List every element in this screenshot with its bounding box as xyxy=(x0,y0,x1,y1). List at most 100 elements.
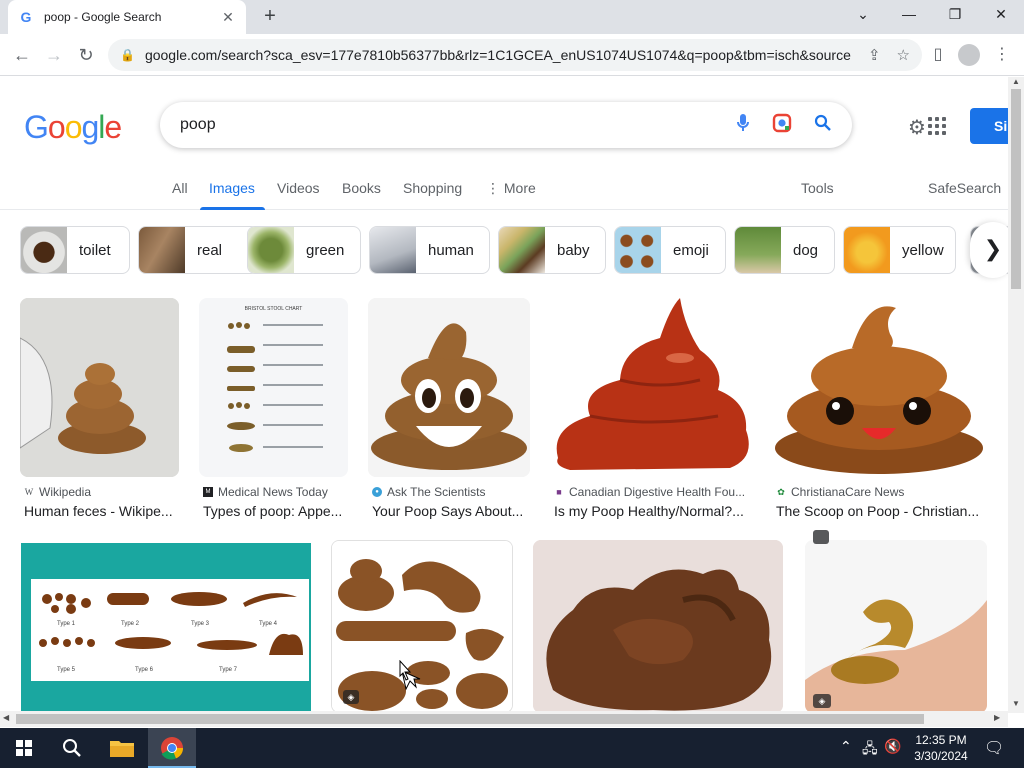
tab-all[interactable]: All xyxy=(172,180,188,196)
tab-books[interactable]: Books xyxy=(342,180,381,196)
chip-yellow[interactable]: yellow xyxy=(843,226,956,274)
result-caption[interactable]: Types of poop: Appe... xyxy=(203,503,353,519)
chip-real[interactable]: real xyxy=(138,226,259,274)
back-arrow-icon[interactable]: ← xyxy=(10,43,34,67)
chip-green[interactable]: green xyxy=(247,226,361,274)
network-icon[interactable]: 🖧 xyxy=(862,738,878,762)
search-input[interactable]: poop xyxy=(180,116,714,134)
result-caption[interactable]: The Scoop on Poop - Christian... xyxy=(776,503,986,519)
scroll-right-arrow-icon[interactable]: ▶ xyxy=(994,713,1000,722)
chip-toilet[interactable]: toilet xyxy=(20,226,130,274)
chip-dog[interactable]: dog xyxy=(734,226,835,274)
restore-button[interactable]: ❐ xyxy=(932,0,978,30)
logo-letter: o xyxy=(64,109,83,145)
lock-icon[interactable]: 🔒 xyxy=(120,48,135,62)
result-caption[interactable]: Your Poop Says About... xyxy=(372,503,532,519)
vertical-scrollbar[interactable]: ▲ ▼ xyxy=(1008,77,1024,713)
microphone-icon[interactable] xyxy=(736,113,750,138)
related-searches: toilet real green human baby emoji dog y… xyxy=(20,226,1008,274)
google-logo[interactable]: Google xyxy=(24,109,122,146)
tab-videos[interactable]: Videos xyxy=(277,180,320,196)
tools-button[interactable]: Tools xyxy=(801,180,834,196)
search-icon[interactable] xyxy=(48,728,96,768)
chip-emoji[interactable]: emoji xyxy=(614,226,726,274)
tab-search-chevron-icon[interactable]: ⌄ xyxy=(840,0,886,30)
horizontal-scrollbar-thumb[interactable] xyxy=(16,714,924,724)
bookmark-star-icon[interactable]: ☆ xyxy=(897,46,910,64)
gear-icon[interactable]: ⚙ xyxy=(908,115,926,140)
logo-letter: e xyxy=(104,109,122,145)
minimize-button[interactable]: — xyxy=(886,0,932,30)
browser-toolbar: ← → ↻ 🔒 google.com/search?sca_esv=177e78… xyxy=(0,34,1024,76)
chip-label: real xyxy=(197,241,223,259)
chevron-right-icon[interactable]: ❯ xyxy=(970,222,1008,278)
ask-scientists-favicon-icon: ● xyxy=(372,487,382,497)
tab-images[interactable]: Images xyxy=(209,180,255,196)
side-panel-icon[interactable]: ▯ xyxy=(926,43,950,67)
file-explorer-icon[interactable] xyxy=(98,728,146,768)
image-result[interactable]: Type 1 Type 2 Type 3 Type 4 Type 5 Type … xyxy=(21,543,311,713)
result-thumbnail[interactable]: BRISTOL STOOL CHART xyxy=(199,298,348,477)
image-result[interactable]: W Wikipedia Human feces - Wikipe... xyxy=(20,298,180,528)
image-result[interactable] xyxy=(805,530,987,713)
result-caption[interactable]: Is my Poop Healthy/Normal?... xyxy=(554,503,754,519)
result-thumbnail[interactable] xyxy=(20,298,179,477)
chevron-up-icon[interactable]: ⌃ xyxy=(840,738,852,755)
search-icon[interactable] xyxy=(814,114,832,137)
reload-icon[interactable]: ↻ xyxy=(74,43,98,67)
image-result[interactable]: ◈ xyxy=(331,540,513,713)
scroll-down-arrow-icon[interactable]: ▼ xyxy=(1012,699,1020,708)
result-thumbnail[interactable]: Type 1 Type 2 Type 3 Type 4 Type 5 Type … xyxy=(21,543,311,713)
profile-avatar[interactable] xyxy=(958,44,980,66)
chrome-taskbar-icon[interactable] xyxy=(148,728,196,768)
tab-more[interactable]: ⋮ More xyxy=(486,180,536,197)
result-thumbnail[interactable] xyxy=(533,540,783,713)
result-thumbnail[interactable] xyxy=(772,298,987,477)
close-window-button[interactable]: ✕ xyxy=(978,0,1024,30)
scroll-left-arrow-icon[interactable]: ◀ xyxy=(3,713,9,722)
image-result[interactable] xyxy=(533,540,783,713)
source-name: Wikipedia xyxy=(39,485,92,499)
chip-baby[interactable]: baby xyxy=(498,226,606,274)
tab-shopping[interactable]: Shopping xyxy=(403,180,462,196)
result-caption[interactable]: Human feces - Wikipe... xyxy=(24,503,180,519)
url-text[interactable]: google.com/search?sca_esv=177e7810b56377… xyxy=(145,47,852,63)
result-thumbnail[interactable] xyxy=(805,540,987,713)
image-result[interactable]: BRISTOL STOOL CHART M Medical News Today… xyxy=(199,298,349,528)
lens-camera-icon[interactable] xyxy=(772,113,792,138)
image-result[interactable]: ✿ ChristianaCare News The Scoop on Poop -… xyxy=(772,298,990,528)
tab-more-label: More xyxy=(503,180,536,196)
result-source[interactable]: ✿ ChristianaCare News xyxy=(776,485,904,499)
chip-human[interactable]: human xyxy=(369,226,490,274)
result-source[interactable]: W Wikipedia xyxy=(24,485,91,499)
tab-strip: G poop - Google Search ✕ + ⌄ — ❐ ✕ xyxy=(0,0,1024,34)
windows-start-icon[interactable] xyxy=(0,728,48,768)
result-source[interactable]: ● Ask The Scientists xyxy=(372,485,485,499)
result-thumbnail[interactable] xyxy=(331,540,513,713)
close-tab-icon[interactable]: ✕ xyxy=(220,9,236,26)
result-source[interactable]: M Medical News Today xyxy=(203,485,328,499)
horizontal-scrollbar[interactable]: ◀ ▶ xyxy=(0,711,1008,727)
image-result[interactable]: ■ Canadian Digestive Health Fou... Is my … xyxy=(550,298,755,528)
result-thumbnail[interactable] xyxy=(550,298,752,477)
scroll-up-arrow-icon[interactable]: ▲ xyxy=(1012,77,1020,86)
new-tab-button[interactable]: + xyxy=(258,4,282,28)
result-source[interactable]: ■ Canadian Digestive Health Fou... xyxy=(554,485,745,499)
search-box[interactable]: poop xyxy=(160,102,852,148)
apps-grid-icon[interactable] xyxy=(928,117,946,135)
result-thumbnail[interactable] xyxy=(368,298,530,477)
browser-tab[interactable]: G poop - Google Search ✕ xyxy=(8,0,246,34)
image-result[interactable]: ● Ask The Scientists Your Poop Says About… xyxy=(368,298,533,528)
vertical-scrollbar-thumb[interactable] xyxy=(1011,89,1021,289)
more-dots-icon: ⋮ xyxy=(486,180,504,196)
menu-dots-icon[interactable]: ⋮ xyxy=(990,43,1014,67)
system-clock[interactable]: 12:35 PM 3/30/2024 xyxy=(906,732,976,764)
volume-muted-icon[interactable]: 🔇 xyxy=(884,738,901,755)
sign-in-button[interactable]: Si xyxy=(970,108,1008,144)
address-bar[interactable]: 🔒 google.com/search?sca_esv=177e7810b563… xyxy=(108,39,922,71)
safesearch-button[interactable]: SafeSearch xyxy=(928,180,1001,196)
share-icon[interactable]: ⇪ xyxy=(868,46,881,64)
notification-icon[interactable]: 🗨 xyxy=(984,738,1004,758)
forward-arrow-icon[interactable]: → xyxy=(42,43,66,67)
source-name: Canadian Digestive Health Fou... xyxy=(569,485,746,499)
